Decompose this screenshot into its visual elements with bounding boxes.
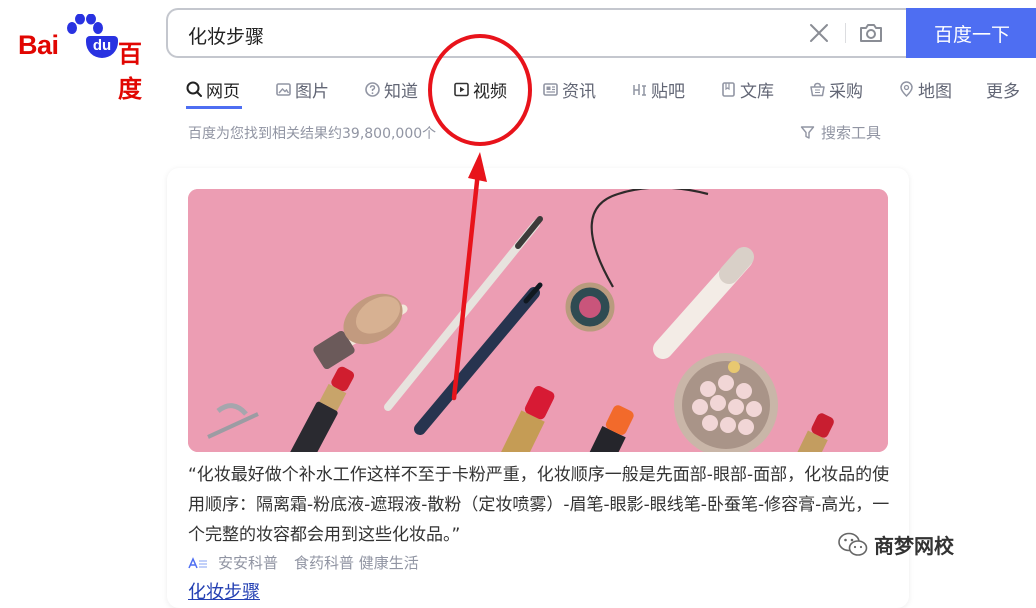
- search-divider: [845, 23, 846, 43]
- tab-zhidao[interactable]: 知道: [364, 72, 418, 106]
- tab-tieba[interactable]: 贴吧: [631, 72, 685, 106]
- basket-icon: [810, 82, 825, 96]
- tab-web[interactable]: 网页: [186, 72, 240, 106]
- tab-wenku[interactable]: 文库: [720, 72, 774, 106]
- news-icon: [543, 82, 558, 96]
- logo-text-baidu-cn: 百度: [118, 40, 142, 103]
- search-button[interactable]: 百度一下: [906, 8, 1036, 58]
- search-box: [166, 8, 906, 58]
- search-tools-button[interactable]: 搜索工具: [800, 122, 881, 143]
- source-name[interactable]: 安安科普: [218, 552, 278, 573]
- logo-text-du: du: [86, 36, 118, 58]
- source-tags: 食药科普 健康生活: [294, 554, 419, 572]
- clear-icon[interactable]: [808, 22, 830, 44]
- active-tab-indicator: [186, 106, 242, 109]
- annotation-circle: [428, 34, 532, 146]
- baidu-logo[interactable]: Bai du 百度: [18, 14, 150, 103]
- tab-caigou-label: 采购: [829, 81, 863, 102]
- tab-map-label: 地图: [918, 81, 952, 102]
- search-tools-label: 搜索工具: [821, 124, 882, 142]
- tab-more-label: 更多: [986, 81, 1020, 102]
- search-icon: [186, 81, 202, 97]
- watermark-text: 商梦网校: [874, 534, 954, 558]
- tab-news[interactable]: 资讯: [542, 72, 596, 106]
- tab-map[interactable]: 地图: [898, 72, 952, 106]
- wechat-icon: [838, 532, 868, 556]
- search-tabs: 网页 图片 知道 视频 资讯 贴吧 文库 采购 地图 更多: [186, 72, 1036, 109]
- result-title-link[interactable]: 化妆步骤: [188, 578, 260, 604]
- tab-more[interactable]: 更多: [986, 72, 1020, 106]
- result-snippet: “化妆最好做个补水工作这样不至于卡粉严重，化妆顺序一般是先面部-眼部-面部，化妆…: [188, 465, 890, 545]
- wechat-watermark: 商梦网校: [838, 530, 954, 559]
- logo-text-bai: Bai: [18, 30, 59, 60]
- tab-wenku-label: 文库: [740, 81, 774, 102]
- annotation-arrow: [451, 152, 487, 401]
- tab-zhidao-label: 知道: [384, 81, 418, 102]
- result-count: 百度为您找到相关结果约39,800,000个: [188, 126, 437, 142]
- cosmetics-photo: [188, 189, 888, 452]
- result-source: 安安科普 食药科普 健康生活: [188, 552, 419, 573]
- image-icon: [276, 82, 291, 96]
- doc-icon: [722, 81, 735, 97]
- tab-images-label: 图片: [295, 81, 329, 102]
- tieba-icon: [633, 83, 646, 96]
- camera-icon[interactable]: [858, 21, 884, 45]
- question-icon: [365, 81, 380, 97]
- map-icon: [900, 80, 913, 97]
- tab-caigou[interactable]: 采购: [809, 72, 863, 106]
- result-image[interactable]: [188, 189, 888, 452]
- filter-icon: [800, 126, 815, 139]
- tab-web-label: 网页: [206, 81, 240, 102]
- source-logo-icon: [188, 556, 207, 568]
- tab-news-label: 资讯: [562, 81, 596, 102]
- tab-images[interactable]: 图片: [275, 72, 329, 106]
- tab-tieba-label: 贴吧: [651, 81, 685, 102]
